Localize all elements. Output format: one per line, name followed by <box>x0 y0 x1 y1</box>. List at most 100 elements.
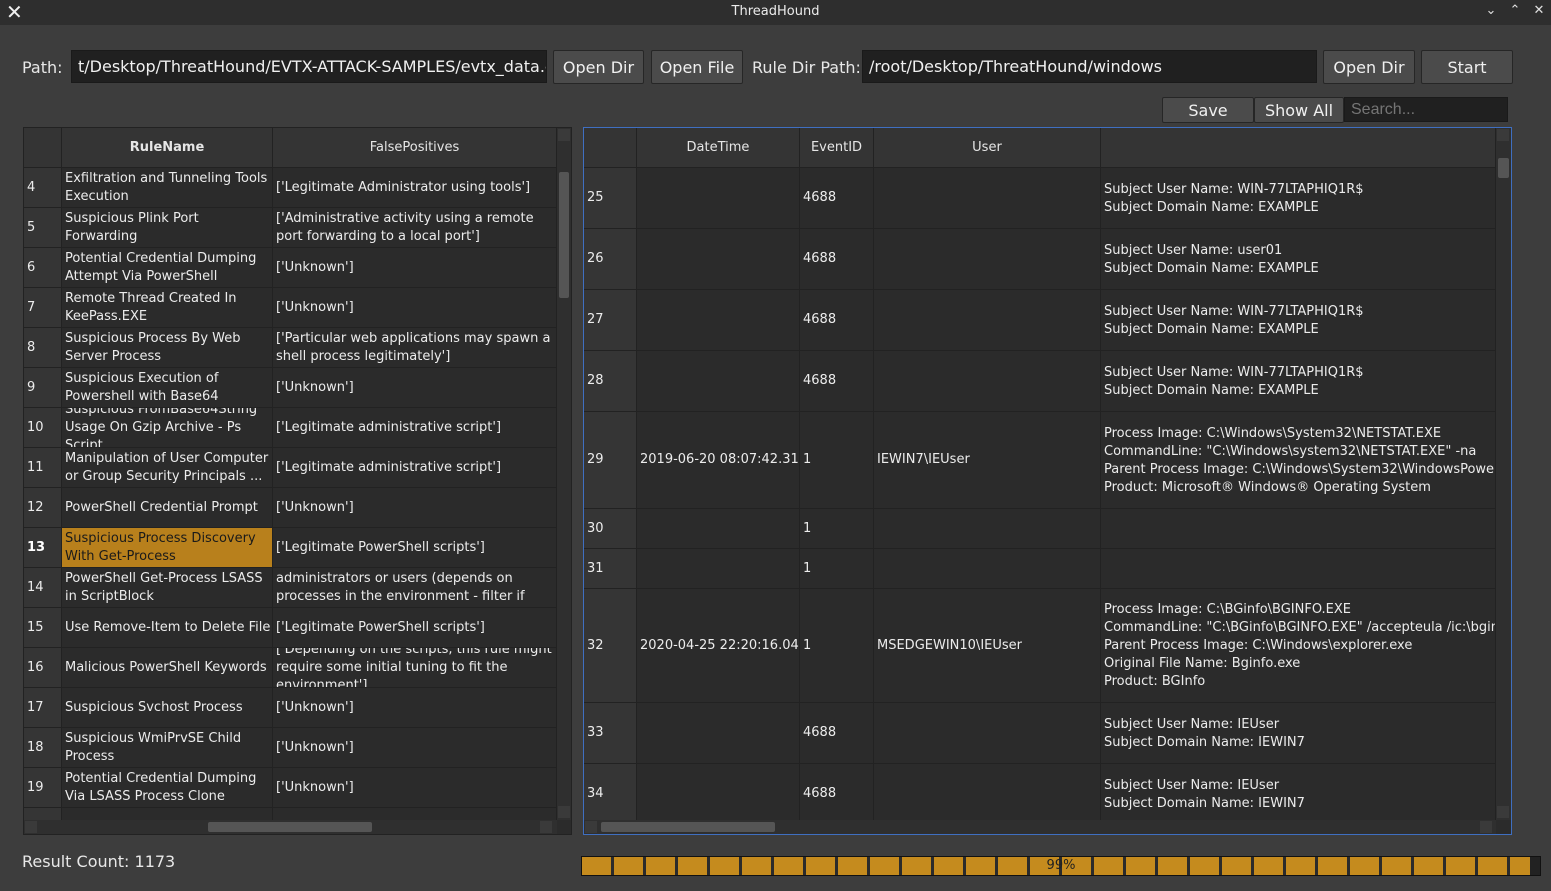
maximize-icon[interactable]: ⌃ <box>1507 3 1523 21</box>
eventid-column-header[interactable]: EventID <box>800 128 874 168</box>
rules-horizontal-scroll-thumb[interactable] <box>208 822 372 832</box>
event-user-cell[interactable]: MSEDGEWIN10\IEUser <box>874 589 1101 703</box>
event-user-cell[interactable] <box>874 509 1101 549</box>
event-details-cell[interactable]: Subject User Name: WIN-77LTAPHIQ1R$ Subje… <box>1101 290 1496 351</box>
event-datetime-cell[interactable] <box>637 168 800 229</box>
event-datetime-cell[interactable] <box>637 229 800 290</box>
rule-falsepositives-cell[interactable]: ['Legitimate certificate exports invoked… <box>273 568 557 608</box>
rule-name-cell[interactable]: Manipulation of User Computer or Group S… <box>62 448 273 488</box>
rule-falsepositives-cell[interactable]: ['Legitimate PowerShell scripts'] <box>273 608 557 648</box>
rule-falsepositives-cell[interactable]: ['Legitimate PowerShell scripts'] <box>273 528 557 568</box>
event-id-cell[interactable]: 1 <box>800 412 874 509</box>
rule-name-cell[interactable]: Suspicious Process Discovery With Get-Pr… <box>62 528 273 568</box>
event-details-cell[interactable]: Subject User Name: WIN-77LTAPHIQ1R$ Subje… <box>1101 168 1496 229</box>
rule-name-cell[interactable]: Suspicious Plink Port Forwarding <box>62 208 273 248</box>
events-horizontal-scrollbar[interactable] <box>584 820 1496 834</box>
event-id-cell[interactable]: 1 <box>800 589 874 703</box>
rule-name-cell[interactable]: Potential Credential Dumping Via LSASS P… <box>62 768 273 808</box>
event-user-cell[interactable] <box>874 229 1101 290</box>
user-column-header[interactable]: User <box>874 128 1101 168</box>
event-id-cell[interactable]: 4688 <box>800 764 874 825</box>
event-details-cell[interactable] <box>1101 509 1496 549</box>
save-button[interactable]: Save <box>1162 97 1254 123</box>
rule-name-cell[interactable]: Potential Credential Dumping Attempt Via… <box>62 248 273 288</box>
event-details-cell[interactable]: Process Image: C:\BGinfo\BGINFO.EXE Comma… <box>1101 589 1496 703</box>
rule-open-dir-button[interactable]: Open Dir <box>1323 50 1415 84</box>
event-details-cell[interactable]: Subject User Name: user01 Subject Domain … <box>1101 229 1496 290</box>
event-details-cell[interactable]: Subject User Name: IEUser Subject Domain … <box>1101 703 1496 764</box>
event-datetime-cell[interactable] <box>637 703 800 764</box>
rule-name-cell[interactable]: Suspicious WmiPrvSE Child Process <box>62 728 273 768</box>
rule-name-cell[interactable]: Suspicious FromBase64String Usage On Gzi… <box>62 408 273 448</box>
rule-falsepositives-cell[interactable]: ['Legitimate administrative script'] <box>273 448 557 488</box>
events-vertical-scrollbar[interactable] <box>1496 128 1511 820</box>
rule-falsepositives-cell[interactable]: ['Unknown'] <box>273 728 557 768</box>
scroll-up-arrow[interactable] <box>1497 129 1509 141</box>
event-datetime-cell[interactable] <box>637 290 800 351</box>
event-datetime-cell[interactable] <box>637 764 800 825</box>
open-dir-button[interactable]: Open Dir <box>553 50 644 84</box>
rule-falsepositives-cell[interactable]: ['Unknown'] <box>273 248 557 288</box>
rules-table[interactable]: RuleName FalsePositives 4 Exfiltration an… <box>23 127 572 835</box>
scroll-right-arrow[interactable] <box>1480 821 1492 833</box>
rule-name-cell[interactable]: Suspicious Svchost Process <box>62 688 273 728</box>
rules-vertical-scrollbar[interactable] <box>557 128 571 820</box>
event-details-cell[interactable] <box>1101 549 1496 589</box>
event-id-cell[interactable]: 4688 <box>800 703 874 764</box>
rule-falsepositives-cell[interactable]: ['Particular web applications may spawn … <box>273 328 557 368</box>
rules-vertical-scroll-thumb[interactable] <box>559 172 569 298</box>
event-user-cell[interactable] <box>874 549 1101 589</box>
rule-name-cell[interactable]: PowerShell Get-Process LSASS in ScriptBl… <box>62 568 273 608</box>
rule-name-cell[interactable]: Suspicious Process By Web Server Process <box>62 328 273 368</box>
event-datetime-cell[interactable] <box>637 549 800 589</box>
scroll-left-arrow[interactable] <box>585 821 597 833</box>
event-user-cell[interactable]: IEWIN7\IEUser <box>874 412 1101 509</box>
path-input[interactable]: t/Desktop/ThreatHound/EVTX-ATTACK-SAMPLE… <box>71 50 547 83</box>
scroll-down-arrow[interactable] <box>1497 806 1509 818</box>
rule-name-cell[interactable]: PowerShell Credential Prompt <box>62 488 273 528</box>
rule-name-cell[interactable]: Use Remove-Item to Delete File <box>62 608 273 648</box>
event-id-cell[interactable]: 1 <box>800 509 874 549</box>
event-datetime-cell[interactable] <box>637 351 800 412</box>
scroll-left-arrow[interactable] <box>25 821 37 833</box>
minimize-icon[interactable]: ⌄ <box>1483 3 1499 21</box>
rule-falsepositives-cell[interactable]: ['Unknown'] <box>273 288 557 328</box>
rule-name-cell[interactable]: Malicious PowerShell Keywords <box>62 648 273 688</box>
event-details-cell[interactable]: Process Image: C:\Windows\System32\NETST… <box>1101 412 1496 509</box>
event-user-cell[interactable] <box>874 703 1101 764</box>
event-id-cell[interactable]: 4688 <box>800 168 874 229</box>
rule-falsepositives-cell[interactable]: ['Depending on the scripts, this rule mi… <box>273 648 557 688</box>
details-column-header[interactable] <box>1101 128 1496 168</box>
event-id-cell[interactable]: 4688 <box>800 290 874 351</box>
event-user-cell[interactable] <box>874 764 1101 825</box>
rule-dir-input[interactable]: /root/Desktop/ThreatHound/windows <box>862 50 1317 83</box>
events-horizontal-scroll-thumb[interactable] <box>601 822 775 832</box>
window-close-icon[interactable]: ✕ <box>1531 3 1547 21</box>
rule-falsepositives-cell[interactable]: ['Unknown'] <box>273 488 557 528</box>
start-button[interactable]: Start <box>1421 50 1513 84</box>
event-user-cell[interactable] <box>874 351 1101 412</box>
open-file-button[interactable]: Open File <box>651 50 743 84</box>
event-id-cell[interactable]: 4688 <box>800 229 874 290</box>
events-vertical-scroll-thumb[interactable] <box>1498 158 1509 178</box>
rule-falsepositives-cell[interactable]: ['Legitimate administrative script'] <box>273 408 557 448</box>
rule-falsepositives-cell[interactable]: ['Administrative activity using a remote… <box>273 208 557 248</box>
event-id-cell[interactable]: 1 <box>800 549 874 589</box>
event-datetime-cell[interactable]: 2019-06-20 08:07:42.316 <box>637 412 800 509</box>
datetime-column-header[interactable]: DateTime <box>637 128 800 168</box>
rule-falsepositives-cell[interactable]: ['Legitimate Administrator using tools'] <box>273 168 557 208</box>
event-datetime-cell[interactable] <box>637 509 800 549</box>
rule-falsepositives-cell[interactable]: ['Unknown'] <box>273 768 557 808</box>
falsepositives-column-header[interactable]: FalsePositives <box>273 128 557 168</box>
rule-falsepositives-cell[interactable]: ['Unknown'] <box>273 368 557 408</box>
scroll-up-arrow[interactable] <box>558 129 570 141</box>
rule-name-cell[interactable]: Exfiltration and Tunneling Tools Executi… <box>62 168 273 208</box>
event-datetime-cell[interactable]: 2020-04-25 22:20:16.041 <box>637 589 800 703</box>
rulename-column-header[interactable]: RuleName <box>62 128 273 168</box>
events-table[interactable]: DateTime EventID User 25 4688 Subject User… <box>583 127 1512 835</box>
scroll-right-arrow[interactable] <box>540 821 552 833</box>
event-user-cell[interactable] <box>874 290 1101 351</box>
event-details-cell[interactable]: Subject User Name: IEUser Subject Domain … <box>1101 764 1496 825</box>
rule-name-cell[interactable]: Suspicious Execution of Powershell with … <box>62 368 273 408</box>
search-input[interactable] <box>1344 97 1508 122</box>
